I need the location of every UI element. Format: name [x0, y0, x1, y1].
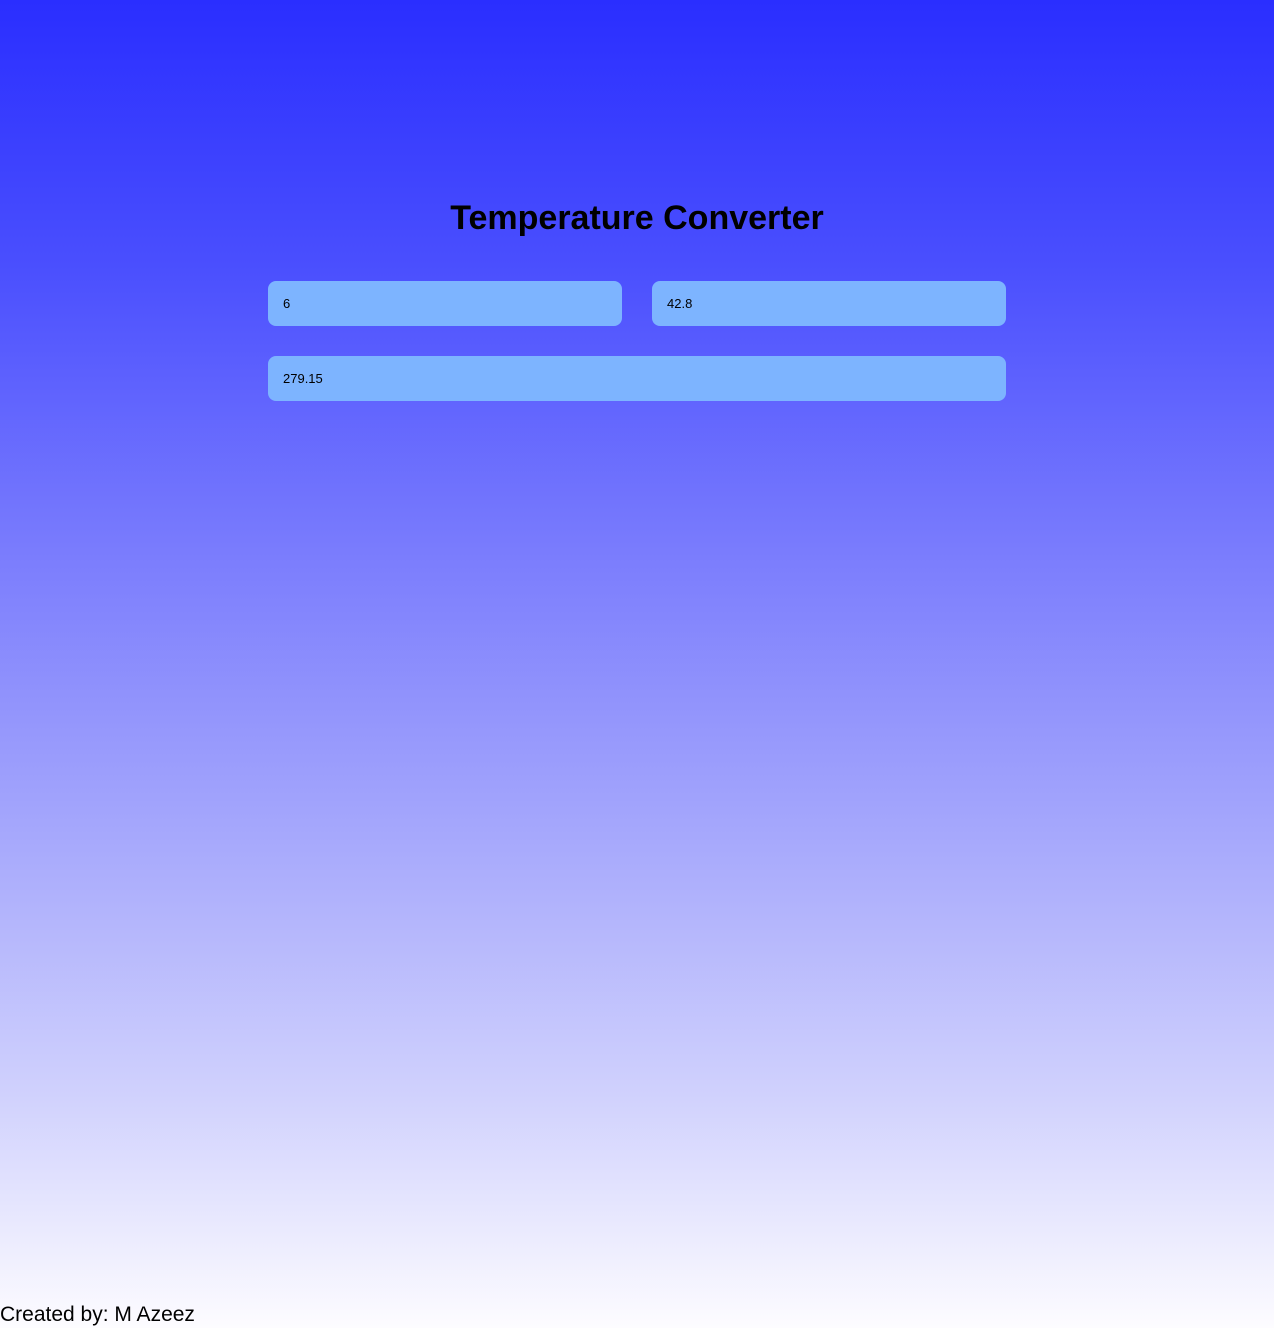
celsius-input[interactable]: [268, 281, 622, 326]
page-title: Temperature Converter: [450, 199, 824, 237]
footer-credit: Created by: M Azeez: [0, 1303, 195, 1326]
kelvin-input[interactable]: [268, 356, 1006, 401]
fahrenheit-input[interactable]: [652, 281, 1006, 326]
